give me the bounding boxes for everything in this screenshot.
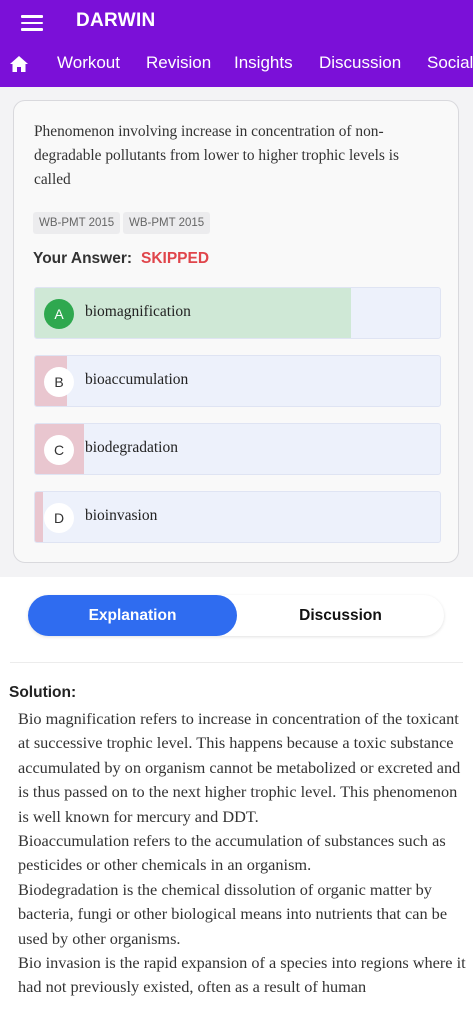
tab-revision[interactable]: Revision (146, 53, 211, 73)
option-d[interactable]: D bioinvasion (34, 491, 441, 543)
your-answer-label: Your Answer: (33, 250, 133, 267)
option-letter: A (44, 299, 74, 329)
option-label: biomagnification (85, 303, 191, 320)
discussion-tab-button[interactable]: Discussion (237, 595, 444, 636)
solution-paragraph: Biodegradation is the chemical dissoluti… (18, 879, 448, 948)
solution-body: Bio magnification refers to increase in … (18, 707, 466, 1000)
option-c[interactable]: C biodegradation (34, 423, 441, 475)
tab-discussion[interactable]: Discussion (319, 53, 401, 73)
exam-tag: WB-PMT 2015 (123, 212, 211, 234)
exam-tag: WB-PMT 2015 (33, 212, 121, 234)
app-title: DARWIN (76, 10, 156, 31)
tab-workout[interactable]: Workout (57, 53, 120, 73)
option-percent-bar (35, 288, 351, 338)
question-card: Phenomenon involving increase in concent… (13, 100, 459, 563)
title-bar: DARWIN (0, 0, 473, 44)
explanation-discussion-toggle: Explanation Discussion (28, 595, 444, 636)
divider (10, 662, 463, 663)
solution-heading: Solution: (9, 684, 77, 701)
tab-insights[interactable]: Insights (234, 53, 293, 73)
option-label: bioaccumulation (85, 371, 189, 388)
menu-icon[interactable] (21, 15, 43, 31)
home-icon[interactable] (10, 56, 28, 72)
solution-paragraph: Bio magnification refers to increase in … (18, 709, 461, 826)
option-letter: C (44, 435, 74, 465)
solution-paragraph: Bio invasion is the rapid expansion of a… (18, 953, 466, 997)
option-a[interactable]: A biomagnification (34, 287, 441, 339)
explanation-tab-button[interactable]: Explanation (28, 595, 237, 636)
app-bar: DARWIN Workout Revision Insights Discuss… (0, 0, 473, 87)
option-percent-bar (35, 492, 44, 542)
solution-paragraph: Bioaccumulation refers to the accumulati… (18, 831, 446, 875)
option-letter: B (44, 367, 74, 397)
option-b[interactable]: B bioaccumulation (34, 355, 441, 407)
option-label: biodegradation (85, 439, 178, 456)
question-text: Phenomenon involving increase in concent… (34, 123, 400, 188)
tab-social[interactable]: Social (427, 53, 473, 73)
tab-bar: Workout Revision Insights Discussion Soc… (0, 44, 473, 87)
option-label: bioinvasion (85, 507, 158, 524)
option-letter: D (44, 503, 74, 533)
your-answer-status: SKIPPED (141, 250, 210, 267)
